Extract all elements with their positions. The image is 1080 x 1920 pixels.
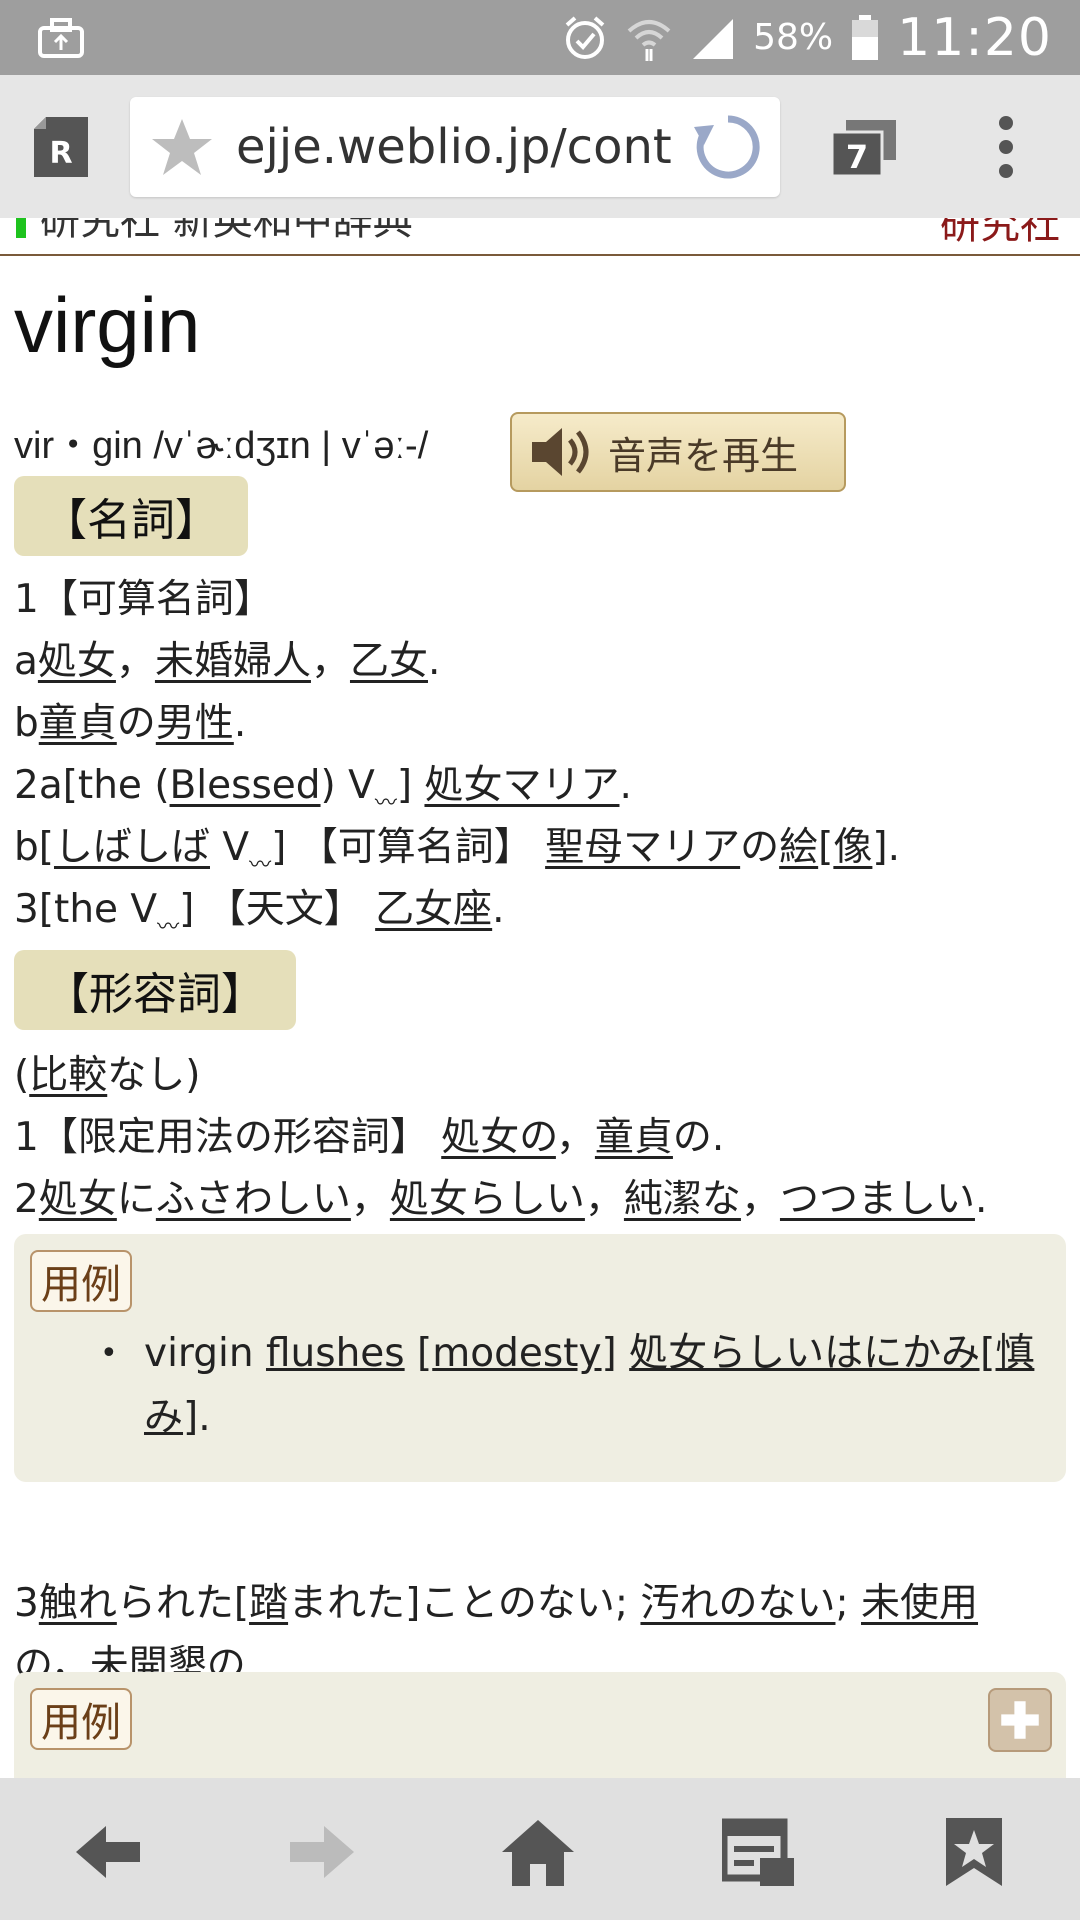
screenshot-notification-icon <box>38 18 84 58</box>
link-hikaku[interactable]: 比較 <box>29 1053 107 1098</box>
example-box-1: 用例 • virgin flushes [modesty] 処女らしいはにかみ[… <box>14 1234 1066 1482</box>
noun-sense-1b: b童貞の男性. <box>14 701 247 746</box>
link-junketsu-na[interactable]: 純潔な <box>624 1177 741 1222</box>
link-fumu[interactable]: 踏 <box>249 1581 288 1626</box>
link-otomeza[interactable]: 乙女座 <box>375 887 492 932</box>
link-mishiyou[interactable]: 未使用 <box>861 1581 978 1626</box>
noun-sense-2b: b[しばしば V〰] 【可算名詞】 聖母マリアの絵[像]. <box>14 825 901 878</box>
status-bar: 58% 11:20 <box>0 0 1080 75</box>
example-box-2: 用例 <box>14 1672 1066 1778</box>
bookmark-star-icon[interactable] <box>150 115 214 179</box>
back-arrow-icon[interactable] <box>72 1816 144 1888</box>
link-kegare-no-nai[interactable]: 汚れのない <box>640 1581 835 1626</box>
forward-arrow-icon[interactable] <box>286 1816 358 1888</box>
tab-switcher-icon[interactable]: 7 <box>832 120 896 176</box>
adj-sense-3-line1: 3触れられた[踏まれた]ことのない; 汚れのない; 未使用 <box>14 1581 979 1626</box>
link-tsutsumashii[interactable]: つつましい <box>780 1177 975 1222</box>
link-fure[interactable]: 触れ <box>39 1581 117 1626</box>
link-shojo-no[interactable]: 処女の <box>441 1115 556 1160</box>
noun-sense-1a: a処女，未婚婦人，乙女. <box>14 639 441 684</box>
overflow-menu-icon[interactable] <box>990 115 1022 179</box>
adjective-label: 【形容詞】 <box>14 950 296 1030</box>
browser-toolbar: R ejje.weblio.jp/cont 7 <box>0 75 1080 218</box>
link-e[interactable]: 絵 <box>779 825 818 870</box>
link-blessed[interactable]: Blessed <box>170 763 321 808</box>
link-seibo-maria[interactable]: 聖母マリア <box>545 825 740 870</box>
noun-label: 【名詞】 <box>14 476 248 556</box>
adj-sense-2: 2処女にふさわしい，処女らしい，純潔な，つつましい. <box>14 1177 988 1222</box>
bottom-navigation-bar <box>0 1778 1080 1920</box>
svg-text:R: R <box>49 136 72 171</box>
page-content: 研究社 新英和中辞典 研究社 virgin vir・gin /vˈɚːdʒɪn … <box>0 218 1080 1778</box>
bookmarks-icon[interactable] <box>938 1816 1010 1888</box>
headword: virgin <box>14 281 201 369</box>
play-audio-button[interactable]: 音声を再生 <box>510 412 846 492</box>
url-bar[interactable]: ejje.weblio.jp/cont <box>130 97 780 197</box>
speaker-icon <box>532 428 589 476</box>
battery-percent: 58% <box>753 17 834 58</box>
url-text[interactable]: ejje.weblio.jp/cont <box>236 119 696 175</box>
link-hanikami[interactable]: 処女らしいはにかみ[慎 <box>629 1331 1034 1376</box>
link-shojo[interactable]: 処女 <box>38 639 116 684</box>
link-dansei[interactable]: 男性 <box>156 701 234 746</box>
noun-sense-2a: 2a[the (Blessed) V〰] 処女マリア. <box>14 763 632 816</box>
dictionary-header-strip: 研究社 新英和中辞典 研究社 <box>0 218 1080 256</box>
noun-sense-3: 3[the V〰] 【天文】 乙女座. <box>14 887 505 940</box>
link-otome[interactable]: 乙女 <box>350 639 428 684</box>
noun-sense-1-header: 1【可算名詞】 <box>14 577 273 622</box>
dictionary-name: 研究社 新英和中辞典 <box>40 218 413 244</box>
publisher-logo: 研究社 <box>940 218 1060 248</box>
link-modesty[interactable]: modesty <box>432 1331 601 1376</box>
example-label-2: 用例 <box>30 1688 132 1750</box>
tab-count: 7 <box>846 138 868 176</box>
reload-icon[interactable] <box>692 111 764 183</box>
reader-mode-icon[interactable]: R <box>34 117 88 177</box>
adj-comparison-note: (比較なし) <box>14 1053 201 1098</box>
link-dotei-2[interactable]: 童貞 <box>595 1115 673 1160</box>
link-tsutsushimi[interactable]: み <box>144 1395 183 1440</box>
home-icon[interactable] <box>502 1816 574 1888</box>
example-bullet: • <box>100 1336 118 1371</box>
clock: 11:20 <box>897 7 1052 68</box>
play-audio-label: 音声を再生 <box>608 433 799 478</box>
wifi-icon <box>627 19 671 61</box>
pronunciation: vir・gin /vˈɚːdʒɪn | vˈəː-/ <box>14 425 429 467</box>
section-marker <box>16 218 26 238</box>
alarm-icon <box>565 15 605 59</box>
reading-list-icon[interactable] <box>722 1816 794 1888</box>
expand-plus-icon[interactable] <box>988 1688 1052 1752</box>
link-fusawashii[interactable]: ふさわしい <box>156 1177 351 1222</box>
example-label: 用例 <box>30 1250 132 1312</box>
link-shojo-maria[interactable]: 処女マリア <box>424 763 619 808</box>
link-dotei[interactable]: 童貞 <box>39 701 117 746</box>
link-zou[interactable]: 像 <box>833 825 872 870</box>
adj-sense-1: 1【限定用法の形容詞】 処女の，童貞の. <box>14 1115 725 1160</box>
example-sentence-1: virgin flushes [modesty] 処女らしいはにかみ[慎 み]. <box>144 1331 1035 1440</box>
link-flushes[interactable]: flushes <box>266 1331 405 1376</box>
link-mikon-fujin[interactable]: 未婚婦人 <box>155 639 311 684</box>
cell-signal-icon <box>693 18 734 59</box>
battery-icon <box>852 14 879 60</box>
link-shojo-rashii[interactable]: 処女らしい <box>390 1177 585 1222</box>
link-shojo-2[interactable]: 処女 <box>39 1177 117 1222</box>
link-shibashiba[interactable]: しばしば <box>54 825 210 870</box>
